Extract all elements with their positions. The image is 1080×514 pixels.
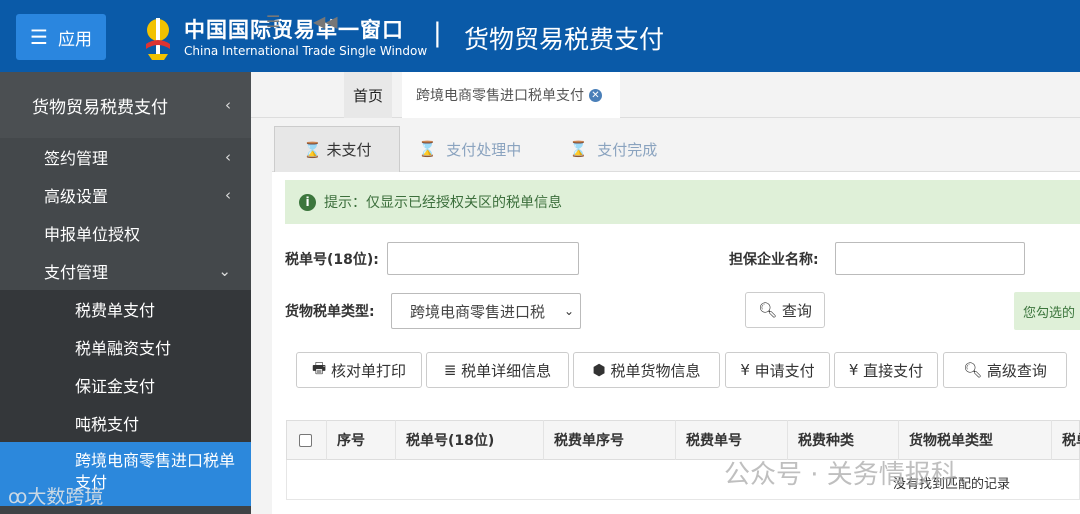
sidebar-sub-deposit-payment[interactable]: 保证金支付 — [0, 366, 251, 404]
button-label: 税单货物信息 — [610, 361, 701, 380]
tax-goods-button[interactable]: ⬢ 税单货物信息 — [573, 352, 720, 388]
tab-crossborder[interactable]: 跨境电商零售进口税单支付 ✕ — [402, 72, 620, 118]
scroll-left-icon[interactable]: ◀◀ — [313, 12, 338, 31]
sidebar-sub-label: 吨税支付 — [75, 415, 140, 434]
cubes-icon: ⬢ — [592, 361, 606, 379]
watermark-right: 公众号 · 关务情报科 — [724, 460, 957, 490]
col-header-seq: 序号 — [326, 420, 395, 460]
subtab-label: 未支付 — [326, 141, 372, 159]
hourglass-icon: ⌛ — [569, 140, 588, 158]
watermark-left: ꝏ大数跨境 — [8, 482, 103, 509]
hamburger-icon: ☰ — [30, 25, 48, 49]
yen-icon: ¥ — [740, 361, 750, 379]
query-label: 查询 — [781, 301, 812, 320]
menu-toggle-icon[interactable]: ☰ — [266, 12, 280, 31]
button-label: 高级查询 — [986, 361, 1047, 380]
chevron-left-icon: ‹ — [225, 148, 231, 166]
col-header-fee-seq: 税费单序号 — [543, 420, 675, 460]
sidebar-item-authorization[interactable]: 申报单位授权 — [0, 214, 251, 252]
col-header-tax-no: 税单号(18位) — [395, 420, 543, 460]
sidebar-sub-label: 税费单支付 — [75, 301, 156, 320]
sidebar: 货物贸易税费支付 ‹ 签约管理 ‹ 高级设置 ‹ 申报单位授权 支付管理 ⌄ 税费单支付… — [0, 72, 251, 514]
tab-home-label: 首页 — [352, 86, 383, 105]
print-icon: 🖶 — [312, 358, 327, 377]
title-separator: | — [433, 18, 442, 48]
direct-payment-button[interactable]: ¥ 直接支付 — [834, 352, 938, 388]
subtab-label: 支付完成 — [597, 140, 658, 159]
hourglass-icon: ⌛ — [418, 140, 437, 158]
button-label: 税单详细信息 — [461, 361, 552, 380]
sidebar-sub-label: 保证金支付 — [75, 377, 156, 396]
notice-banner: i 提示：仅显示已经授权关区的税单信息 — [285, 180, 1080, 224]
brand-title-en: China International Trade Single Window — [184, 44, 428, 58]
subtab-label: 支付处理中 — [446, 140, 522, 159]
sidebar-sub-label: 税单融资支付 — [75, 339, 172, 358]
customs-emblem-icon — [146, 18, 170, 60]
tax-detail-button[interactable]: ≣ 税单详细信息 — [426, 352, 569, 388]
tax-no-input[interactable] — [387, 242, 579, 275]
apply-payment-button[interactable]: ¥ 申请支付 — [725, 352, 830, 388]
brand-title-cn: 中国国际贸易单一窗口 — [184, 18, 404, 42]
tax-type-label: 货物税单类型: — [285, 304, 375, 320]
chevron-down-icon: ⌄ — [563, 304, 574, 318]
sidebar-item-label: 签约管理 — [44, 149, 109, 168]
sidebar-sub-tonnage-payment[interactable]: 吨税支付 — [0, 404, 251, 442]
tax-no-label: 税单号(18位): — [285, 252, 379, 268]
subtab-completed[interactable]: ⌛ 支付完成 — [569, 126, 657, 172]
button-label: 申请支付 — [754, 361, 815, 380]
button-label: 直接支付 — [863, 361, 924, 380]
sidebar-item-label: 支付管理 — [44, 263, 109, 282]
button-label: 核对单打印 — [330, 361, 406, 380]
guarantor-label: 担保企业名称: — [729, 252, 819, 268]
app-menu-label: 应用 — [57, 29, 92, 50]
sidebar-item-advanced[interactable]: 高级设置 ‹ — [0, 176, 251, 214]
tax-type-select[interactable]: 跨境电商零售进口税 ⌄ — [391, 293, 581, 329]
guarantor-input[interactable] — [835, 242, 1025, 275]
sidebar-sub-tax-payment[interactable]: 税费单支付 — [0, 290, 251, 328]
print-check-button[interactable]: 🖶 核对单打印 — [296, 352, 422, 388]
chevron-down-icon: ⌄ — [218, 262, 231, 280]
col-header-tax: 税单 — [1051, 420, 1080, 460]
tax-type-value: 跨境电商零售进口税 — [410, 302, 546, 321]
list-icon: ≣ — [443, 361, 457, 379]
watermark-logo-icon: ꝏ — [8, 486, 28, 508]
sidebar-item-contract[interactable]: 签约管理 ‹ — [0, 138, 251, 176]
chevron-left-icon: ‹ — [225, 96, 231, 114]
sidebar-sub-finance-payment[interactable]: 税单融资支付 — [0, 328, 251, 366]
tab-home[interactable]: 首页 — [344, 72, 392, 118]
sidebar-item-label: 申报单位授权 — [44, 225, 141, 244]
query-button[interactable]: 🔍︎ 查询 — [745, 292, 825, 328]
checkbox[interactable] — [299, 433, 312, 447]
chevron-left-icon: ‹ — [225, 186, 231, 204]
subtab-unpaid[interactable]: ⌛ 未支付 — [274, 126, 401, 172]
system-title: 货物贸易税费支付 — [464, 25, 665, 54]
sidebar-title-label: 货物贸易税费支付 — [32, 97, 168, 118]
yen-icon: ¥ — [848, 361, 859, 379]
selection-hint: 您勾选的 — [1014, 292, 1080, 330]
search-icon: 🔍︎ — [758, 301, 778, 319]
hourglass-icon: ⌛ — [303, 140, 322, 159]
info-icon: i — [299, 193, 316, 211]
advanced-search-button[interactable]: 🔍︎ 高级查询 — [943, 352, 1067, 388]
notice-text: 提示：仅显示已经授权关区的税单信息 — [324, 195, 562, 211]
sidebar-title[interactable]: 货物贸易税费支付 ‹ — [0, 72, 251, 138]
search-icon: 🔍︎ — [963, 361, 983, 379]
close-icon[interactable]: ✕ — [589, 88, 602, 102]
watermark-left-text: 大数跨境 — [27, 486, 104, 508]
app-menu-button[interactable]: ☰ 应用 — [16, 14, 106, 60]
select-all-checkbox-cell[interactable] — [286, 420, 326, 460]
subtab-processing[interactable]: ⌛ 支付处理中 — [418, 126, 521, 172]
sidebar-item-payment[interactable]: 支付管理 ⌄ — [0, 252, 251, 290]
tab-label: 跨境电商零售进口税单支付 — [416, 88, 584, 104]
sidebar-item-label: 高级设置 — [44, 187, 109, 206]
